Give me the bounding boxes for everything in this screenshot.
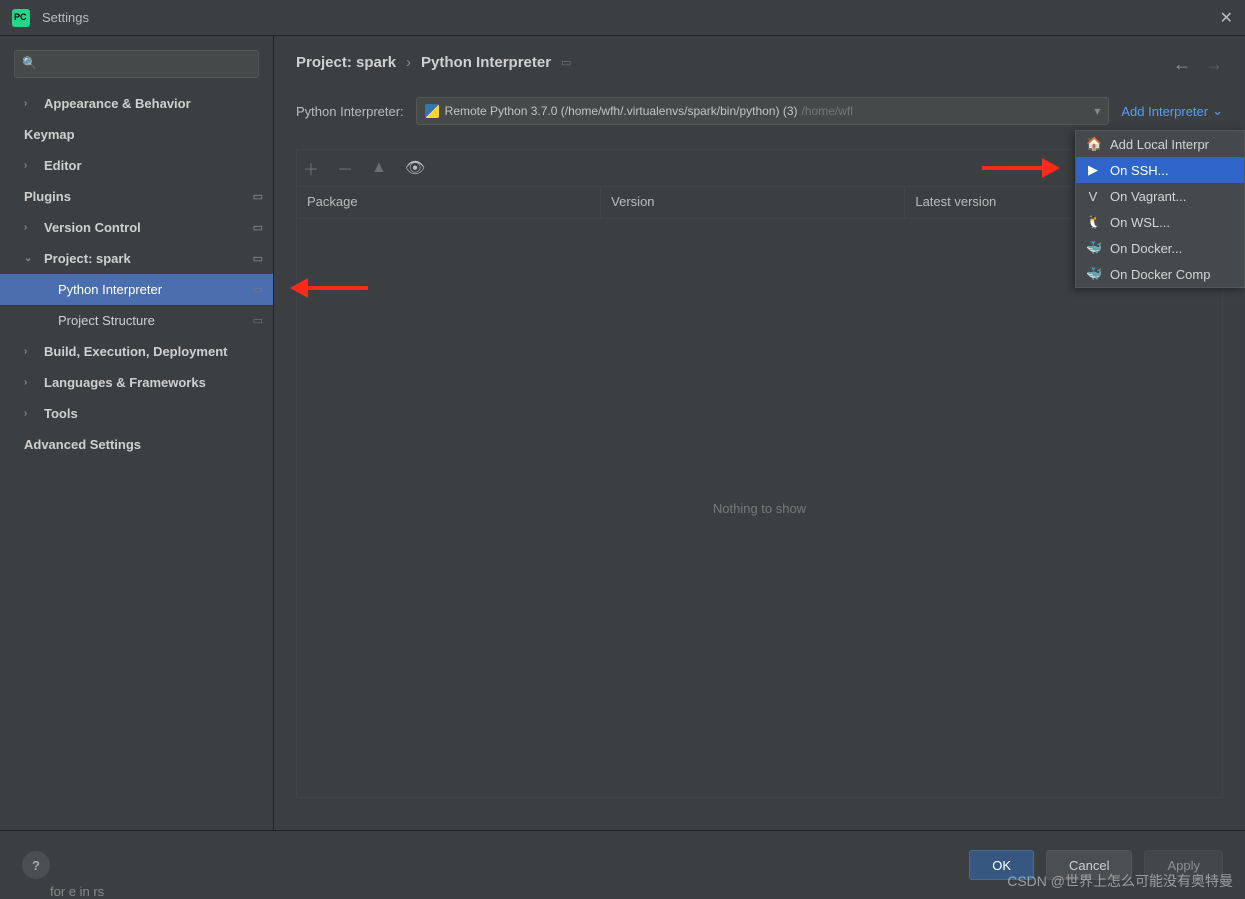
menu-item-on-docker-[interactable]: 🐳 On Docker...: [1076, 235, 1244, 261]
sidebar-item-label: Build, Execution, Deployment: [44, 344, 227, 359]
sidebar-item-version-control[interactable]: › Version Control ▭: [0, 212, 273, 243]
sidebar-item-appearance-behavior[interactable]: › Appearance & Behavior: [0, 88, 273, 119]
menu-item-icon: 🐳: [1086, 266, 1100, 282]
menu-item-label: On Vagrant...: [1110, 189, 1186, 204]
search-box: 🔍: [14, 50, 259, 78]
help-button[interactable]: ?: [22, 851, 50, 879]
breadcrumb-page: Python Interpreter: [421, 54, 551, 71]
remove-icon[interactable]: －: [337, 156, 353, 180]
sidebar-item-keymap[interactable]: Keymap: [0, 119, 273, 150]
table-empty: Nothing to show: [297, 219, 1222, 797]
sidebar-item-label: Appearance & Behavior: [44, 96, 191, 111]
sidebar-item-label: Tools: [44, 406, 78, 421]
nav-forward-icon[interactable]: →: [1205, 54, 1223, 75]
sidebar-item-python-interpreter[interactable]: Python Interpreter ▭: [0, 274, 273, 305]
sidebar-item-languages-frameworks[interactable]: › Languages & Frameworks: [0, 367, 273, 398]
sidebar-item-project-spark[interactable]: ⌄ Project: spark ▭: [0, 243, 273, 274]
col-version[interactable]: Version: [601, 187, 905, 218]
upgrade-icon[interactable]: ▲: [371, 159, 387, 177]
sidebar-item-label: Languages & Frameworks: [44, 375, 206, 390]
chevron-icon: ⌄: [24, 253, 32, 264]
menu-item-icon: 🐳: [1086, 240, 1100, 256]
sidebar-item-label: Advanced Settings: [24, 437, 141, 452]
chevron-icon: ›: [24, 98, 27, 109]
menu-item-icon: 🏠: [1086, 136, 1100, 152]
chevron-down-icon: ⌄: [1212, 103, 1223, 119]
sidebar-item-build-execution-deployment[interactable]: › Build, Execution, Deployment: [0, 336, 273, 367]
main-area: 🔍 › Appearance & Behavior Keymap › Editor Plu…: [0, 36, 1245, 830]
eye-icon[interactable]: 👁: [405, 158, 425, 178]
chevron-icon: ›: [24, 160, 27, 171]
annotation-arrow: [982, 158, 1060, 178]
chevron-right-icon: ›: [406, 54, 411, 71]
menu-item-on-wsl-[interactable]: 🐧 On WSL...: [1076, 209, 1244, 235]
menu-item-icon: ▶: [1086, 162, 1100, 178]
add-interpreter-menu: 🏠 Add Local Interpr ▶ On SSH... V On Vagrant.…: [1075, 130, 1245, 288]
menu-item-label: On Docker...: [1110, 241, 1182, 256]
interpreter-row: Python Interpreter: Remote Python 3.7.0 …: [296, 97, 1223, 125]
annotation-arrow: [290, 278, 368, 298]
menu-item-label: On Docker Comp: [1110, 267, 1210, 282]
settings-marker-icon: ▭: [561, 56, 571, 69]
breadcrumb: Project: spark › Python Interpreter ▭: [296, 54, 1223, 71]
menu-item-icon: V: [1086, 189, 1100, 204]
sidebar-item-label: Project: spark: [44, 251, 131, 266]
menu-item-label: On SSH...: [1110, 163, 1169, 178]
sidebar-item-editor[interactable]: › Editor: [0, 150, 273, 181]
menu-item-on-ssh-[interactable]: ▶ On SSH...: [1076, 157, 1244, 183]
sidebar-item-label: Python Interpreter: [58, 282, 162, 297]
background-code: for e in rs: [50, 884, 104, 899]
menu-item-on-vagrant-[interactable]: V On Vagrant...: [1076, 183, 1244, 209]
settings-marker-icon: ▭: [253, 190, 263, 203]
search-icon: 🔍: [22, 56, 37, 70]
menu-item-icon: 🐧: [1086, 214, 1100, 230]
sidebar-item-label: Version Control: [44, 220, 141, 235]
window-title: Settings: [42, 10, 89, 25]
interpreter-select[interactable]: Remote Python 3.7.0 (/home/wfh/.virtuale…: [416, 97, 1110, 125]
chevron-down-icon: ▾: [1094, 104, 1100, 118]
python-icon: [425, 104, 439, 118]
add-interpreter-link[interactable]: Add Interpreter ⌄: [1121, 103, 1223, 119]
chevron-icon: ›: [24, 222, 27, 233]
sidebar-item-tools[interactable]: › Tools: [0, 398, 273, 429]
sidebar-item-advanced-settings[interactable]: Advanced Settings: [0, 429, 273, 460]
sidebar: 🔍 › Appearance & Behavior Keymap › Editor Plu…: [0, 36, 274, 830]
settings-marker-icon: ▭: [253, 283, 263, 296]
breadcrumb-project: Project: spark: [296, 54, 396, 71]
sidebar-item-label: Project Structure: [58, 313, 155, 328]
chevron-icon: ›: [24, 408, 27, 419]
menu-item-label: On WSL...: [1110, 215, 1170, 230]
settings-marker-icon: ▭: [253, 252, 263, 265]
col-package[interactable]: Package: [297, 187, 601, 218]
chevron-icon: ›: [24, 346, 27, 357]
app-icon: [12, 9, 30, 27]
settings-marker-icon: ▭: [253, 221, 263, 234]
sidebar-tree: › Appearance & Behavior Keymap › Editor Plugi…: [0, 88, 273, 460]
sidebar-item-label: Plugins: [24, 189, 71, 204]
menu-item-add-local-interpr[interactable]: 🏠 Add Local Interpr: [1076, 131, 1244, 157]
nav-back-icon[interactable]: ←: [1173, 54, 1191, 75]
sidebar-item-label: Keymap: [24, 127, 75, 142]
titlebar: Settings ✕: [0, 0, 1245, 36]
add-icon[interactable]: ＋: [303, 156, 319, 180]
interpreter-path-extra: /home/wfl: [802, 104, 853, 118]
chevron-icon: ›: [24, 377, 27, 388]
menu-item-label: Add Local Interpr: [1110, 137, 1209, 152]
search-input[interactable]: [14, 50, 259, 78]
sidebar-item-plugins[interactable]: Plugins ▭: [0, 181, 273, 212]
close-icon[interactable]: ✕: [1220, 8, 1233, 28]
sidebar-item-project-structure[interactable]: Project Structure ▭: [0, 305, 273, 336]
interpreter-label: Python Interpreter:: [296, 104, 404, 119]
interpreter-value: Remote Python 3.7.0 (/home/wfh/.virtuale…: [445, 104, 798, 118]
nav-arrows: ← →: [1173, 54, 1223, 75]
watermark: CSDN @世界上怎么可能没有奥特曼: [1007, 871, 1233, 891]
menu-item-on-docker-comp[interactable]: 🐳 On Docker Comp: [1076, 261, 1244, 287]
sidebar-item-label: Editor: [44, 158, 82, 173]
settings-marker-icon: ▭: [253, 314, 263, 327]
